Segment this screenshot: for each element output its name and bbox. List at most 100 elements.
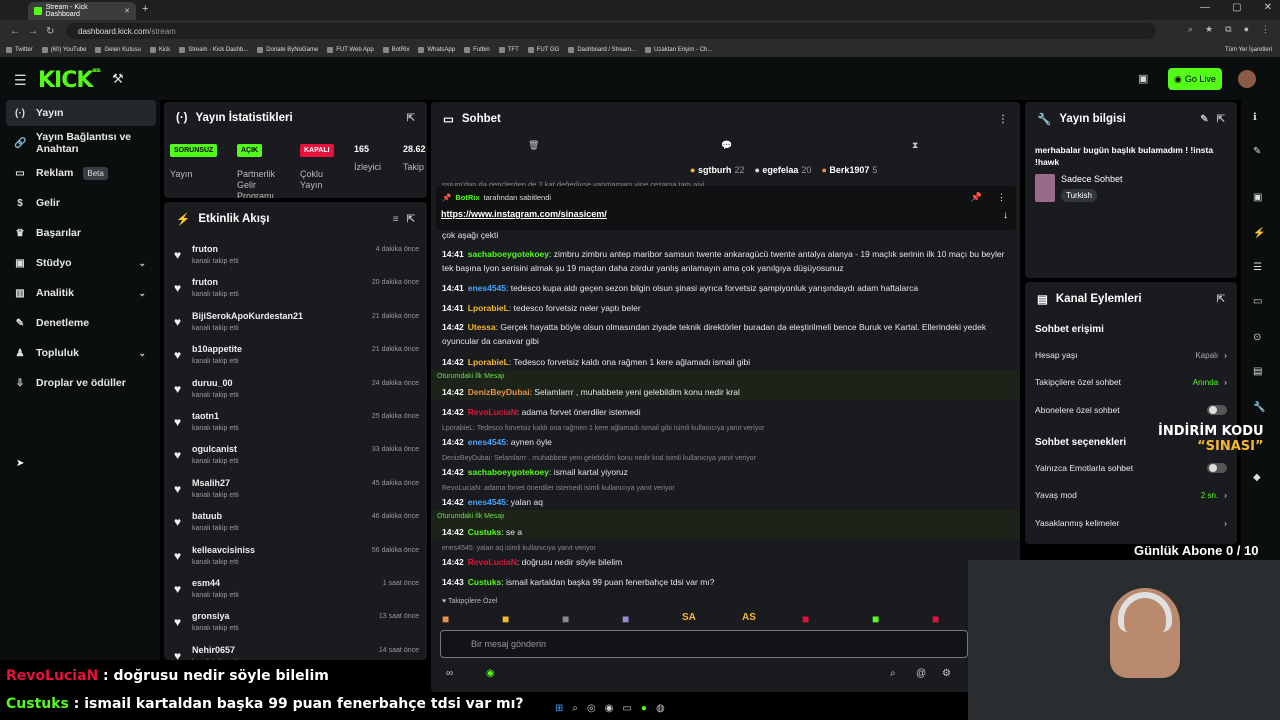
- bookmark-item[interactable]: FUT GG: [527, 46, 559, 53]
- feed-username[interactable]: b10appetite: [192, 344, 242, 354]
- message-user[interactable]: sachaboeygotekoey: [468, 467, 549, 477]
- bookmark-item[interactable]: Twitter: [6, 46, 33, 53]
- feed-username[interactable]: duruu_00: [192, 378, 233, 388]
- zoom-icon[interactable]: ⌕: [1188, 24, 1193, 35]
- bookmark-star-icon[interactable]: ★: [1205, 24, 1213, 35]
- discord-icon[interactable]: ◉: [605, 703, 614, 714]
- popout-icon[interactable]: ⇱: [1217, 294, 1225, 305]
- setting-banned-words[interactable]: Yasaklanmış kelimeler ›: [1035, 518, 1227, 528]
- wrench-icon[interactable]: 🔧: [1253, 402, 1265, 413]
- back-icon[interactable]: ←: [10, 26, 20, 37]
- bookmark-item[interactable]: BotRix: [382, 46, 409, 53]
- sidebar-item-2[interactable]: ▭ Reklam Beta: [6, 160, 156, 186]
- sidebar-item-0[interactable]: (·) Yayın: [6, 100, 156, 126]
- browser-menu-icon[interactable]: ⋮: [1261, 24, 1270, 35]
- popout-icon[interactable]: ⇱: [407, 214, 415, 225]
- diamond-icon[interactable]: ◆: [1253, 472, 1261, 483]
- pin-toggle-icon[interactable]: 📌: [971, 192, 982, 203]
- sidebar-item-5[interactable]: ▣ Stüdyo ⌄: [6, 250, 156, 276]
- go-live-button[interactable]: ◉ Go Live: [1168, 68, 1222, 90]
- url-field[interactable]: dashboard.kick.com/stream: [66, 23, 1156, 39]
- chat-input[interactable]: Bir mesaj gönderin: [440, 630, 968, 658]
- feed-username[interactable]: gronsiya: [192, 611, 230, 621]
- close-window-icon[interactable]: ✕: [1264, 2, 1272, 13]
- feed-username[interactable]: fruton: [192, 244, 218, 254]
- emote-icon[interactable]: ■: [502, 612, 509, 626]
- windows-start-icon[interactable]: ⊞: [555, 703, 563, 714]
- minimize-icon[interactable]: —: [1200, 2, 1210, 13]
- popout-icon[interactable]: ⇱: [407, 113, 415, 124]
- kick-emote-icon[interactable]: ◉: [486, 668, 495, 679]
- feed-username[interactable]: batuub: [192, 511, 222, 521]
- search-icon[interactable]: ⌕: [572, 703, 578, 714]
- chrome-icon[interactable]: ◍: [656, 703, 665, 714]
- chat-icon[interactable]: ▭: [1253, 296, 1262, 307]
- emote-icon[interactable]: ■: [802, 612, 809, 626]
- emote-icon[interactable]: ■: [872, 612, 879, 626]
- message-user[interactable]: Custuks: [468, 527, 502, 537]
- hamburger-menu-icon[interactable]: ☰: [14, 72, 27, 89]
- emote-icon[interactable]: ■: [622, 612, 629, 626]
- all-bookmarks[interactable]: Tüm Yer İşaretleri: [1225, 47, 1272, 53]
- search-icon[interactable]: ⌕: [890, 668, 896, 679]
- message-user[interactable]: LporabieL: [468, 303, 509, 313]
- feed-username[interactable]: taotn1: [192, 411, 219, 421]
- hourglass-icon[interactable]: ⧗: [912, 140, 918, 151]
- lightning-icon[interactable]: ⚡: [1253, 228, 1265, 239]
- feed-username[interactable]: BijiSerokApoKurdestan21: [192, 311, 303, 321]
- feed-username[interactable]: esm44: [192, 578, 220, 588]
- sidebar-item-7[interactable]: ✎ Denetleme: [6, 310, 156, 336]
- sidebar-item-9[interactable]: ⇩ Droplar ve ödüller: [6, 370, 156, 396]
- explorer-icon[interactable]: ▭: [622, 703, 631, 714]
- feed-username[interactable]: Msalih27: [192, 478, 230, 488]
- bookmark-item[interactable]: (60) YouTube: [41, 46, 86, 53]
- emote-icon[interactable]: ■: [442, 612, 449, 626]
- gifter[interactable]: ● Berk1907 5: [821, 165, 877, 175]
- bookmark-item[interactable]: Kick: [149, 46, 170, 53]
- filter-icon[interactable]: ≡: [393, 214, 399, 225]
- message-user[interactable]: RevoLuciaN: [468, 557, 517, 567]
- new-tab-icon[interactable]: +: [142, 3, 148, 15]
- media-icon[interactable]: ▣: [1253, 192, 1262, 203]
- pencil-icon[interactable]: ✎: [1253, 146, 1261, 157]
- gifter[interactable]: ● egefelaa 20: [754, 165, 811, 175]
- bookmark-item[interactable]: FUT Web App: [327, 46, 374, 53]
- message-user[interactable]: LporabieL: [468, 357, 509, 367]
- feed-username[interactable]: ogulcanist: [192, 444, 237, 454]
- chat-menu-icon[interactable]: ⋮: [998, 114, 1008, 125]
- bookmark-item[interactable]: Donate ByNoGame: [257, 46, 318, 53]
- pinned-menu-icon[interactable]: ⋮: [997, 192, 1006, 203]
- emote-icon[interactable]: ■: [932, 612, 939, 626]
- kick-logo[interactable]: KICKBETA: [38, 68, 101, 93]
- gear-icon[interactable]: ⚙: [942, 668, 951, 679]
- media-icon[interactable]: ▣: [1138, 72, 1148, 85]
- spotify-icon[interactable]: ●: [641, 703, 647, 714]
- avatar[interactable]: [1238, 70, 1256, 88]
- trash-icon[interactable]: 🗑: [528, 140, 539, 151]
- message-user[interactable]: enes4545: [468, 437, 506, 447]
- mention-icon[interactable]: @: [916, 668, 926, 679]
- popout-icon[interactable]: ⇱: [1217, 114, 1225, 125]
- bookmark-item[interactable]: Gelen Kutusu: [95, 46, 141, 53]
- pinned-link[interactable]: https://www.instagram.com/sinasicem/: [441, 209, 607, 219]
- chat-bubble-icon[interactable]: 💬: [721, 140, 732, 151]
- sidebar-item-6[interactable]: ▥ Analitik ⌄: [6, 280, 156, 306]
- infinity-icon[interactable]: ∞: [446, 668, 453, 679]
- sidebar-item-1[interactable]: 🔗 Yayın Bağlantısı ve Anahtarı: [6, 130, 156, 156]
- message-user[interactable]: DenizBeyDubai: [468, 387, 530, 397]
- emote-only-toggle[interactable]: [1207, 463, 1227, 473]
- bookmark-item[interactable]: Dashboard / Stream...: [568, 46, 636, 53]
- channel-icon[interactable]: ▤: [1253, 366, 1262, 377]
- info-icon[interactable]: ℹ: [1253, 112, 1257, 123]
- close-tab-icon[interactable]: ✕: [124, 7, 130, 15]
- moderator-hammer-icon[interactable]: ⚒: [112, 71, 124, 87]
- setting-followers-only[interactable]: Takipçilere özel sohbet Anında ›: [1035, 377, 1227, 387]
- edit-icon[interactable]: ✎: [1200, 114, 1208, 125]
- feed-username[interactable]: kelleavcisiniss: [192, 545, 255, 555]
- stats-icon[interactable]: ⊙: [1253, 332, 1261, 343]
- message-user[interactable]: enes4545: [468, 497, 506, 507]
- gifter[interactable]: ● sgtburh 22: [690, 165, 744, 175]
- setting-account-age[interactable]: Hesap yaşı Kapalı ›: [1035, 350, 1227, 360]
- bookmark-item[interactable]: Stream - Kick Dashb...: [179, 46, 248, 53]
- message-user[interactable]: Utessa: [468, 322, 496, 332]
